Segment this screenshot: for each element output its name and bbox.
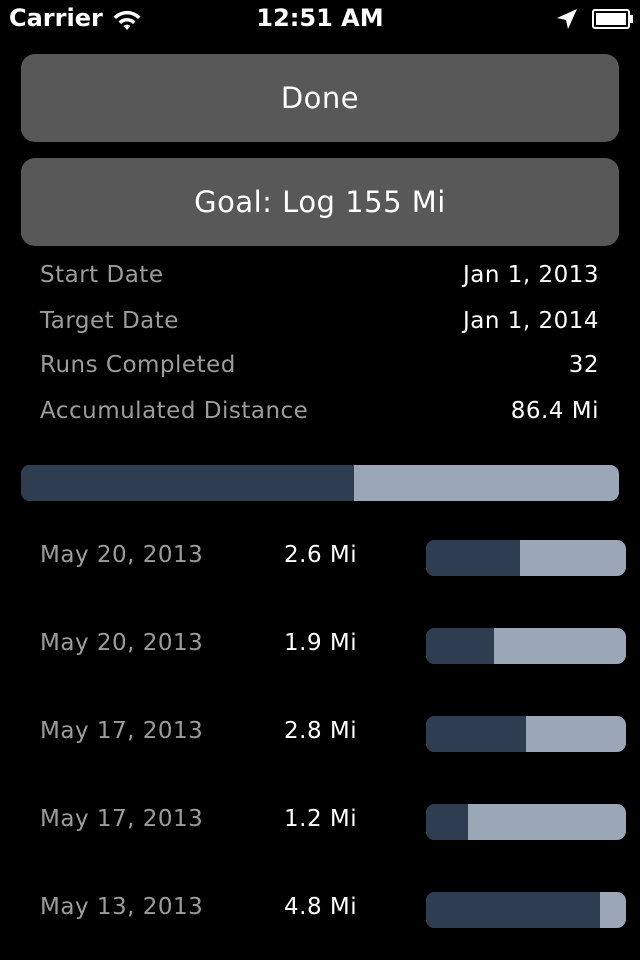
run-date: May 17, 2013 <box>40 718 204 744</box>
status-bar: Carrier 12:51 AM <box>0 0 640 40</box>
list-item[interactable]: May 20, 2013 2.6 Mi <box>0 540 640 576</box>
location-arrow-icon <box>557 9 577 29</box>
run-distance: 1.2 Mi <box>284 806 358 832</box>
run-progress-fill <box>426 540 520 576</box>
runs-completed-label: Runs Completed <box>40 352 236 378</box>
clock: 12:51 AM <box>256 4 384 32</box>
battery-icon <box>592 9 633 29</box>
goal-button[interactable]: Goal: Log 155 Mi <box>21 158 619 246</box>
accumulated-distance-value: 86.4 Mi <box>510 398 599 424</box>
target-date-label: Target Date <box>40 308 179 334</box>
accumulated-distance-label: Accumulated Distance <box>40 398 309 424</box>
run-progress-fill <box>426 628 494 664</box>
list-item[interactable]: May 20, 2013 1.9 Mi <box>0 628 640 664</box>
run-date: May 20, 2013 <box>40 630 204 656</box>
run-progress-bar <box>426 892 626 928</box>
accumulated-distance-row: Accumulated Distance 86.4 Mi <box>40 398 599 432</box>
list-item[interactable]: May 17, 2013 2.8 Mi <box>0 716 640 752</box>
runs-completed-row: Runs Completed 32 <box>40 352 599 386</box>
start-date-row: Start Date Jan 1, 2013 <box>40 262 599 296</box>
list-item[interactable]: May 17, 2013 1.2 Mi <box>0 804 640 840</box>
run-progress-fill <box>426 716 526 752</box>
run-progress-bar <box>426 716 626 752</box>
run-date: May 13, 2013 <box>40 894 204 920</box>
run-progress-fill <box>426 804 468 840</box>
run-progress-fill <box>426 892 600 928</box>
run-progress-bar <box>426 628 626 664</box>
run-distance: 2.8 Mi <box>284 718 358 744</box>
run-date: May 20, 2013 <box>40 542 204 568</box>
goal-progress-bar <box>21 465 619 501</box>
run-distance: 1.9 Mi <box>284 630 358 656</box>
start-date-value: Jan 1, 2013 <box>462 262 599 288</box>
done-button[interactable]: Done <box>21 54 619 142</box>
run-progress-bar <box>426 540 626 576</box>
list-item[interactable]: May 13, 2013 4.8 Mi <box>0 892 640 928</box>
target-date-value: Jan 1, 2014 <box>462 308 599 334</box>
run-progress-bar <box>426 804 626 840</box>
target-date-row: Target Date Jan 1, 2014 <box>40 308 599 342</box>
run-date: May 17, 2013 <box>40 806 204 832</box>
run-distance: 4.8 Mi <box>284 894 358 920</box>
goal-progress-fill <box>21 465 355 501</box>
runs-completed-value: 32 <box>568 352 599 378</box>
run-distance: 2.6 Mi <box>284 542 358 568</box>
start-date-label: Start Date <box>40 262 164 288</box>
